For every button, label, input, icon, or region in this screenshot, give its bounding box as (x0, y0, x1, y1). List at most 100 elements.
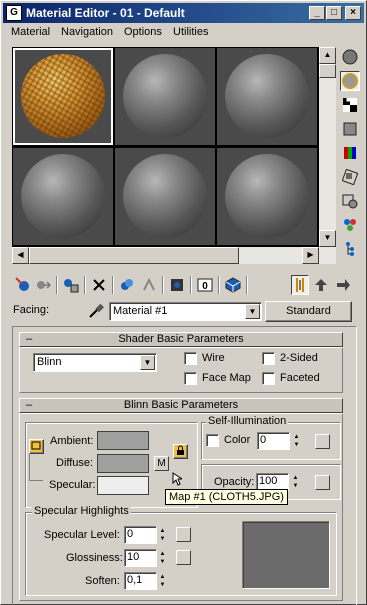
scroll-right-arrow-icon[interactable]: ▶ (302, 247, 319, 264)
scroll-thumb[interactable] (319, 64, 336, 78)
material-type-button[interactable]: Standard (265, 301, 352, 322)
sample-slot-5[interactable] (115, 148, 215, 245)
toolbar-separator (112, 276, 114, 294)
self-illumination-title: Self-Illumination (206, 415, 289, 427)
scroll-up-arrow-icon[interactable]: ▲ (319, 47, 336, 64)
faceted-label: Faceted (280, 372, 320, 384)
shader-type-value: Blinn (37, 356, 62, 368)
get-material-icon[interactable] (14, 275, 32, 295)
face-map-label: Face Map (202, 372, 251, 384)
material-name-value: Material #1 (113, 305, 168, 317)
blinn-rollout-header[interactable]: – Blinn Basic Parameters (19, 398, 343, 413)
glossiness-field[interactable]: 10 (124, 549, 157, 567)
scroll-down-arrow-icon[interactable]: ▼ (319, 230, 336, 247)
menu-material[interactable]: Material (11, 26, 50, 38)
pick-material-eyedropper-icon[interactable] (87, 302, 105, 320)
material-map-navigator-icon[interactable] (340, 239, 360, 259)
specular-level-label: Specular Level: (44, 529, 120, 541)
go-forward-to-sibling-icon[interactable] (334, 275, 352, 295)
lock-diffuse-specular-button[interactable] (173, 444, 188, 459)
opacity-spinner-icon[interactable]: ▲ ▼ (291, 474, 300, 491)
specular-level-map-button[interactable] (176, 527, 191, 542)
chevron-down-icon[interactable]: ▼ (245, 304, 260, 319)
specular-color-swatch[interactable] (97, 476, 149, 495)
glossiness-map-button[interactable] (176, 550, 191, 565)
toolbar-separator (190, 276, 192, 294)
svg-text:0: 0 (202, 281, 208, 292)
sample-sphere (123, 154, 207, 238)
put-to-library-icon[interactable] (168, 275, 186, 295)
menu-options[interactable]: Options (124, 26, 162, 38)
put-to-scene-icon[interactable] (34, 275, 52, 295)
menu-utilities[interactable]: Utilities (173, 26, 208, 38)
sample-slot-3[interactable] (217, 48, 317, 145)
go-to-parent-icon[interactable] (312, 275, 330, 295)
show-map-in-viewport-icon[interactable] (224, 275, 242, 295)
make-preview-icon[interactable] (340, 167, 360, 187)
opacity-map-button[interactable] (315, 475, 330, 490)
make-unique-icon[interactable] (140, 275, 158, 295)
shader-rollout-header[interactable]: – Shader Basic Parameters (19, 332, 343, 347)
menu-bar: Material Navigation Options Utilities (3, 24, 364, 42)
minimize-button[interactable]: _ (309, 6, 325, 20)
sample-slots-grid (12, 47, 319, 247)
make-copy-icon[interactable] (118, 275, 136, 295)
uv-tiling-icon[interactable] (340, 119, 360, 139)
reset-map-icon[interactable] (90, 275, 108, 295)
sample-sphere (21, 154, 105, 238)
close-button[interactable]: × (345, 6, 361, 20)
soften-spinner-icon[interactable]: ▲ ▼ (158, 573, 167, 590)
specular-level-field[interactable]: 0 (124, 526, 157, 544)
sample-slot-6[interactable] (217, 148, 317, 245)
shader-rollout-panel: Blinn ▼ Wire 2-Sided Face Map Faceted (19, 347, 343, 393)
faceted-checkbox[interactable] (262, 372, 275, 385)
material-effects-channel-icon[interactable]: 0 (196, 275, 214, 295)
ambient-color-swatch[interactable] (97, 431, 149, 450)
self-illum-color-checkbox[interactable] (206, 434, 219, 447)
self-illum-map-button[interactable] (315, 434, 330, 449)
video-color-check-icon[interactable] (340, 143, 360, 163)
select-by-material-icon[interactable] (340, 215, 360, 235)
collapse-icon: – (26, 333, 33, 345)
diffuse-map-button[interactable]: M (154, 456, 169, 471)
soften-field[interactable]: 0,1 (124, 572, 157, 590)
maximize-button[interactable]: □ (326, 6, 342, 20)
glossiness-label: Glossiness: (66, 552, 123, 564)
specular-level-spinner-icon[interactable]: ▲ ▼ (158, 527, 167, 544)
title-bar[interactable]: G Material Editor - 01 - Default _ □ × (3, 3, 364, 23)
shader-type-dropdown[interactable]: Blinn ▼ (33, 353, 157, 372)
background-checker-icon[interactable] (340, 95, 360, 115)
soften-label: Soften: (85, 575, 120, 587)
sample-slot-4[interactable] (13, 148, 113, 245)
glossiness-spinner-icon[interactable]: ▲ ▼ (158, 550, 167, 567)
scroll-thumb[interactable] (29, 247, 239, 264)
diffuse-color-swatch[interactable] (97, 454, 149, 473)
assign-to-selection-icon[interactable] (62, 275, 80, 295)
wire-label: Wire (202, 352, 225, 364)
chevron-down-icon[interactable]: ▼ (140, 355, 155, 370)
menu-navigation[interactable]: Navigation (61, 26, 113, 38)
slots-vertical-scrollbar[interactable]: ▲ ▼ (319, 47, 336, 247)
self-illum-spinner-icon[interactable]: ▲ ▼ (292, 433, 301, 450)
face-map-checkbox[interactable] (184, 372, 197, 385)
specular-level-value: 0 (127, 528, 134, 540)
blinn-rollout-title: Blinn Basic Parameters (123, 399, 239, 411)
two-sided-checkbox[interactable] (262, 352, 275, 365)
backlight-icon[interactable] (340, 71, 360, 91)
slots-horizontal-scrollbar[interactable]: ◀ ▶ (12, 247, 336, 264)
show-end-result-icon[interactable] (291, 275, 309, 295)
options-icon[interactable] (340, 191, 360, 211)
facing-label: Facing: (13, 304, 50, 316)
material-name-field[interactable]: Material #1 ▼ (109, 302, 262, 321)
specular-label: Specular: (49, 479, 96, 491)
material-toolbar: 0 (12, 273, 357, 297)
app-icon[interactable]: G (6, 5, 22, 21)
wire-checkbox[interactable] (184, 352, 197, 365)
sample-slot-2[interactable] (115, 48, 215, 145)
lock-ambient-diffuse-button[interactable] (29, 439, 44, 454)
sample-type-icon[interactable] (340, 47, 360, 67)
sample-slot-1[interactable] (13, 48, 113, 145)
toolbar-separator (84, 276, 86, 294)
scroll-left-arrow-icon[interactable]: ◀ (12, 247, 29, 264)
self-illum-value-field[interactable]: 0 (257, 432, 290, 450)
